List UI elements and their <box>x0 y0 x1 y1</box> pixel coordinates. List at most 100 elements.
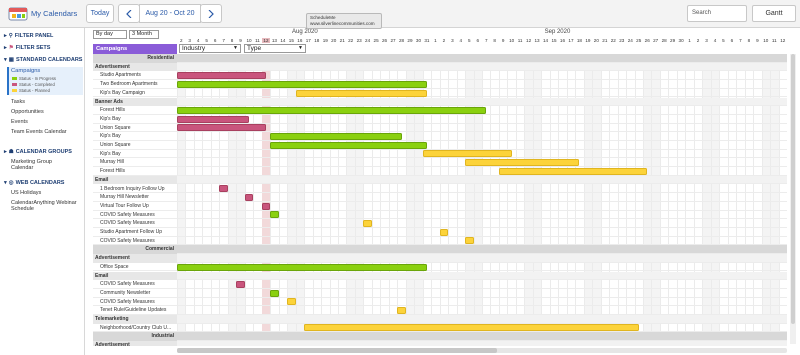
horizontal-scroll-thumb[interactable] <box>177 348 497 353</box>
campaign-row[interactable]: Office Space <box>93 263 787 272</box>
day-label: 29 <box>407 38 413 43</box>
app-title[interactable]: My Calendars <box>31 9 77 18</box>
campaign-row[interactable]: Studio Apartment Follow Up <box>93 228 787 237</box>
sidebar-standard-calendars[interactable]: ▾ ▦ STANDARD CALENDARS <box>4 57 82 63</box>
campaign-bar[interactable] <box>261 202 271 210</box>
sidebar-web-calendars[interactable]: ▾ ◎ WEB CALENDARS <box>4 180 64 186</box>
row-label[interactable]: Community Newsletter <box>93 289 177 298</box>
next-button[interactable] <box>200 4 222 23</box>
row-label[interactable]: Kip's Bay <box>93 115 177 124</box>
row-label[interactable]: COVID Safety Measures <box>93 237 177 246</box>
campaign-bar[interactable] <box>177 115 249 123</box>
campaign-bar[interactable] <box>498 167 648 175</box>
campaign-row[interactable]: Kip's Bay <box>93 115 787 124</box>
campaign-row[interactable]: COVID Safety Measures <box>93 280 787 289</box>
row-label[interactable]: Kip's Bay <box>93 132 177 141</box>
campaign-bar[interactable] <box>270 289 279 297</box>
campaign-bar[interactable] <box>244 193 254 201</box>
sidebar-filter-panel[interactable]: ▸ ⚲ FILTER PANEL <box>4 33 53 39</box>
campaign-bar[interactable] <box>177 263 427 271</box>
campaign-row[interactable]: Union Square <box>93 124 787 133</box>
campaign-bar[interactable] <box>270 133 402 141</box>
row-label[interactable]: Two Bedroom Apartments <box>93 80 177 89</box>
sidebar-item-opportunities[interactable]: Opportunities <box>11 109 44 115</box>
view-select[interactable]: Gantt <box>752 5 796 22</box>
campaign-row[interactable]: COVID Safety Measures <box>93 237 787 246</box>
campaign-row[interactable]: COVID Safety Measures <box>93 211 787 220</box>
campaign-bar[interactable] <box>270 141 427 149</box>
span-select[interactable]: 3 Month <box>129 30 159 39</box>
campaign-bar[interactable] <box>397 307 406 315</box>
row-label[interactable]: Forest Hills <box>93 106 177 115</box>
row-label[interactable]: Neighborhood/Country Club U... <box>93 324 177 333</box>
row-label[interactable]: Kip's Bay Campaign <box>93 89 177 98</box>
row-label[interactable]: COVID Safety Measures <box>93 211 177 220</box>
campaign-row[interactable]: Forest Hills <box>93 106 787 115</box>
row-label[interactable]: Virtual Tour Follow Up <box>93 202 177 211</box>
campaign-row[interactable]: Tenet Rule/Guideline Updates <box>93 306 787 315</box>
campaign-row[interactable]: Kip's Bay Campaign <box>93 89 787 98</box>
campaign-bar[interactable] <box>422 150 512 158</box>
campaign-row[interactable]: Community Newsletter <box>93 289 787 298</box>
campaign-bar[interactable] <box>439 228 449 236</box>
previous-button[interactable] <box>118 4 140 23</box>
row-label[interactable]: Murray Hill <box>93 158 177 167</box>
campaign-row[interactable]: Kip's Bay <box>93 150 787 159</box>
campaign-bar[interactable] <box>287 298 296 306</box>
campaign-row[interactable]: COVID Safety Measures <box>93 298 787 307</box>
campaign-bar[interactable] <box>177 124 266 132</box>
row-label[interactable]: COVID Safety Measures <box>93 298 177 307</box>
sidebar-item-events[interactable]: Events <box>11 119 28 125</box>
vertical-scrollbar[interactable] <box>790 54 796 344</box>
campaign-bar[interactable] <box>465 159 580 167</box>
row-label[interactable]: Studio Apartments <box>93 71 177 80</box>
campaign-bar[interactable] <box>177 106 487 114</box>
campaign-bar[interactable] <box>236 280 245 288</box>
campaign-row[interactable]: Neighborhood/Country Club U... <box>93 324 787 333</box>
row-label[interactable]: COVID Safety Measures <box>93 280 177 289</box>
today-button[interactable]: Today <box>86 4 114 23</box>
campaign-row[interactable]: Union Square <box>93 141 787 150</box>
campaign-bar[interactable] <box>465 237 474 245</box>
campaign-bar[interactable] <box>177 80 427 88</box>
sidebar-item-us-holidays[interactable]: US Holidays <box>11 190 41 196</box>
row-label[interactable]: COVID Safety Measures <box>93 219 177 228</box>
campaign-row[interactable]: COVID Safety Measures <box>93 219 787 228</box>
campaign-row[interactable]: Murray Hill Newsletter <box>93 193 787 202</box>
row-label[interactable]: Office Space <box>93 263 177 272</box>
campaign-row[interactable]: Murray Hill <box>93 158 787 168</box>
sidebar-item-team-events[interactable]: Team Events Calendar <box>11 129 71 135</box>
campaign-row[interactable]: Kip's Bay <box>93 132 787 141</box>
horizontal-scrollbar[interactable] <box>177 348 787 353</box>
row-label[interactable]: 1 Bedroom Inquiry Follow Up <box>93 185 177 194</box>
row-label[interactable]: Union Square <box>93 141 177 150</box>
campaign-bar[interactable] <box>270 211 279 219</box>
date-range-label[interactable]: Aug 20 - Oct 20 <box>139 4 201 23</box>
campaign-bar[interactable] <box>363 220 372 228</box>
scale-select[interactable]: By day <box>93 30 127 39</box>
row-label[interactable]: Tenet Rule/Guideline Updates <box>93 306 177 315</box>
campaign-bar[interactable] <box>219 185 228 193</box>
sidebar-item-tasks[interactable]: Tasks <box>11 99 25 105</box>
industry-filter-select[interactable]: Industry ▼ <box>179 44 241 53</box>
campaign-bar[interactable] <box>295 89 427 97</box>
search-input[interactable]: Search <box>687 5 747 22</box>
campaign-row[interactable]: Virtual Tour Follow Up <box>93 202 787 211</box>
row-label[interactable]: Studio Apartment Follow Up <box>93 228 177 237</box>
sidebar-item-webinar[interactable]: CalendarAnything Webinar Schedule <box>11 200 81 212</box>
row-label[interactable]: Union Square <box>93 124 177 133</box>
vertical-scroll-thumb[interactable] <box>791 54 795 324</box>
campaign-row[interactable]: Forest Hills <box>93 167 787 176</box>
sidebar-calendar-groups[interactable]: ▸ ☗ CALENDAR GROUPS <box>4 149 72 155</box>
row-label[interactable]: Kip's Bay <box>93 150 177 159</box>
row-label[interactable]: Murray Hill Newsletter <box>93 193 177 202</box>
campaign-row[interactable]: 1 Bedroom Inquiry Follow Up <box>93 185 787 194</box>
sidebar-item-marketing-group[interactable]: Marketing Group Calendar <box>11 159 71 171</box>
type-filter-select[interactable]: Type ▼ <box>244 44 306 53</box>
campaign-bar[interactable] <box>304 324 639 332</box>
campaign-bar[interactable] <box>177 72 266 80</box>
row-label[interactable]: Forest Hills <box>93 167 177 176</box>
campaign-row[interactable]: Studio Apartments <box>93 71 787 81</box>
campaign-row[interactable]: Two Bedroom Apartments <box>93 80 787 89</box>
sidebar-filter-sets[interactable]: ▸ ⚑ FILTER SETS <box>4 45 50 51</box>
